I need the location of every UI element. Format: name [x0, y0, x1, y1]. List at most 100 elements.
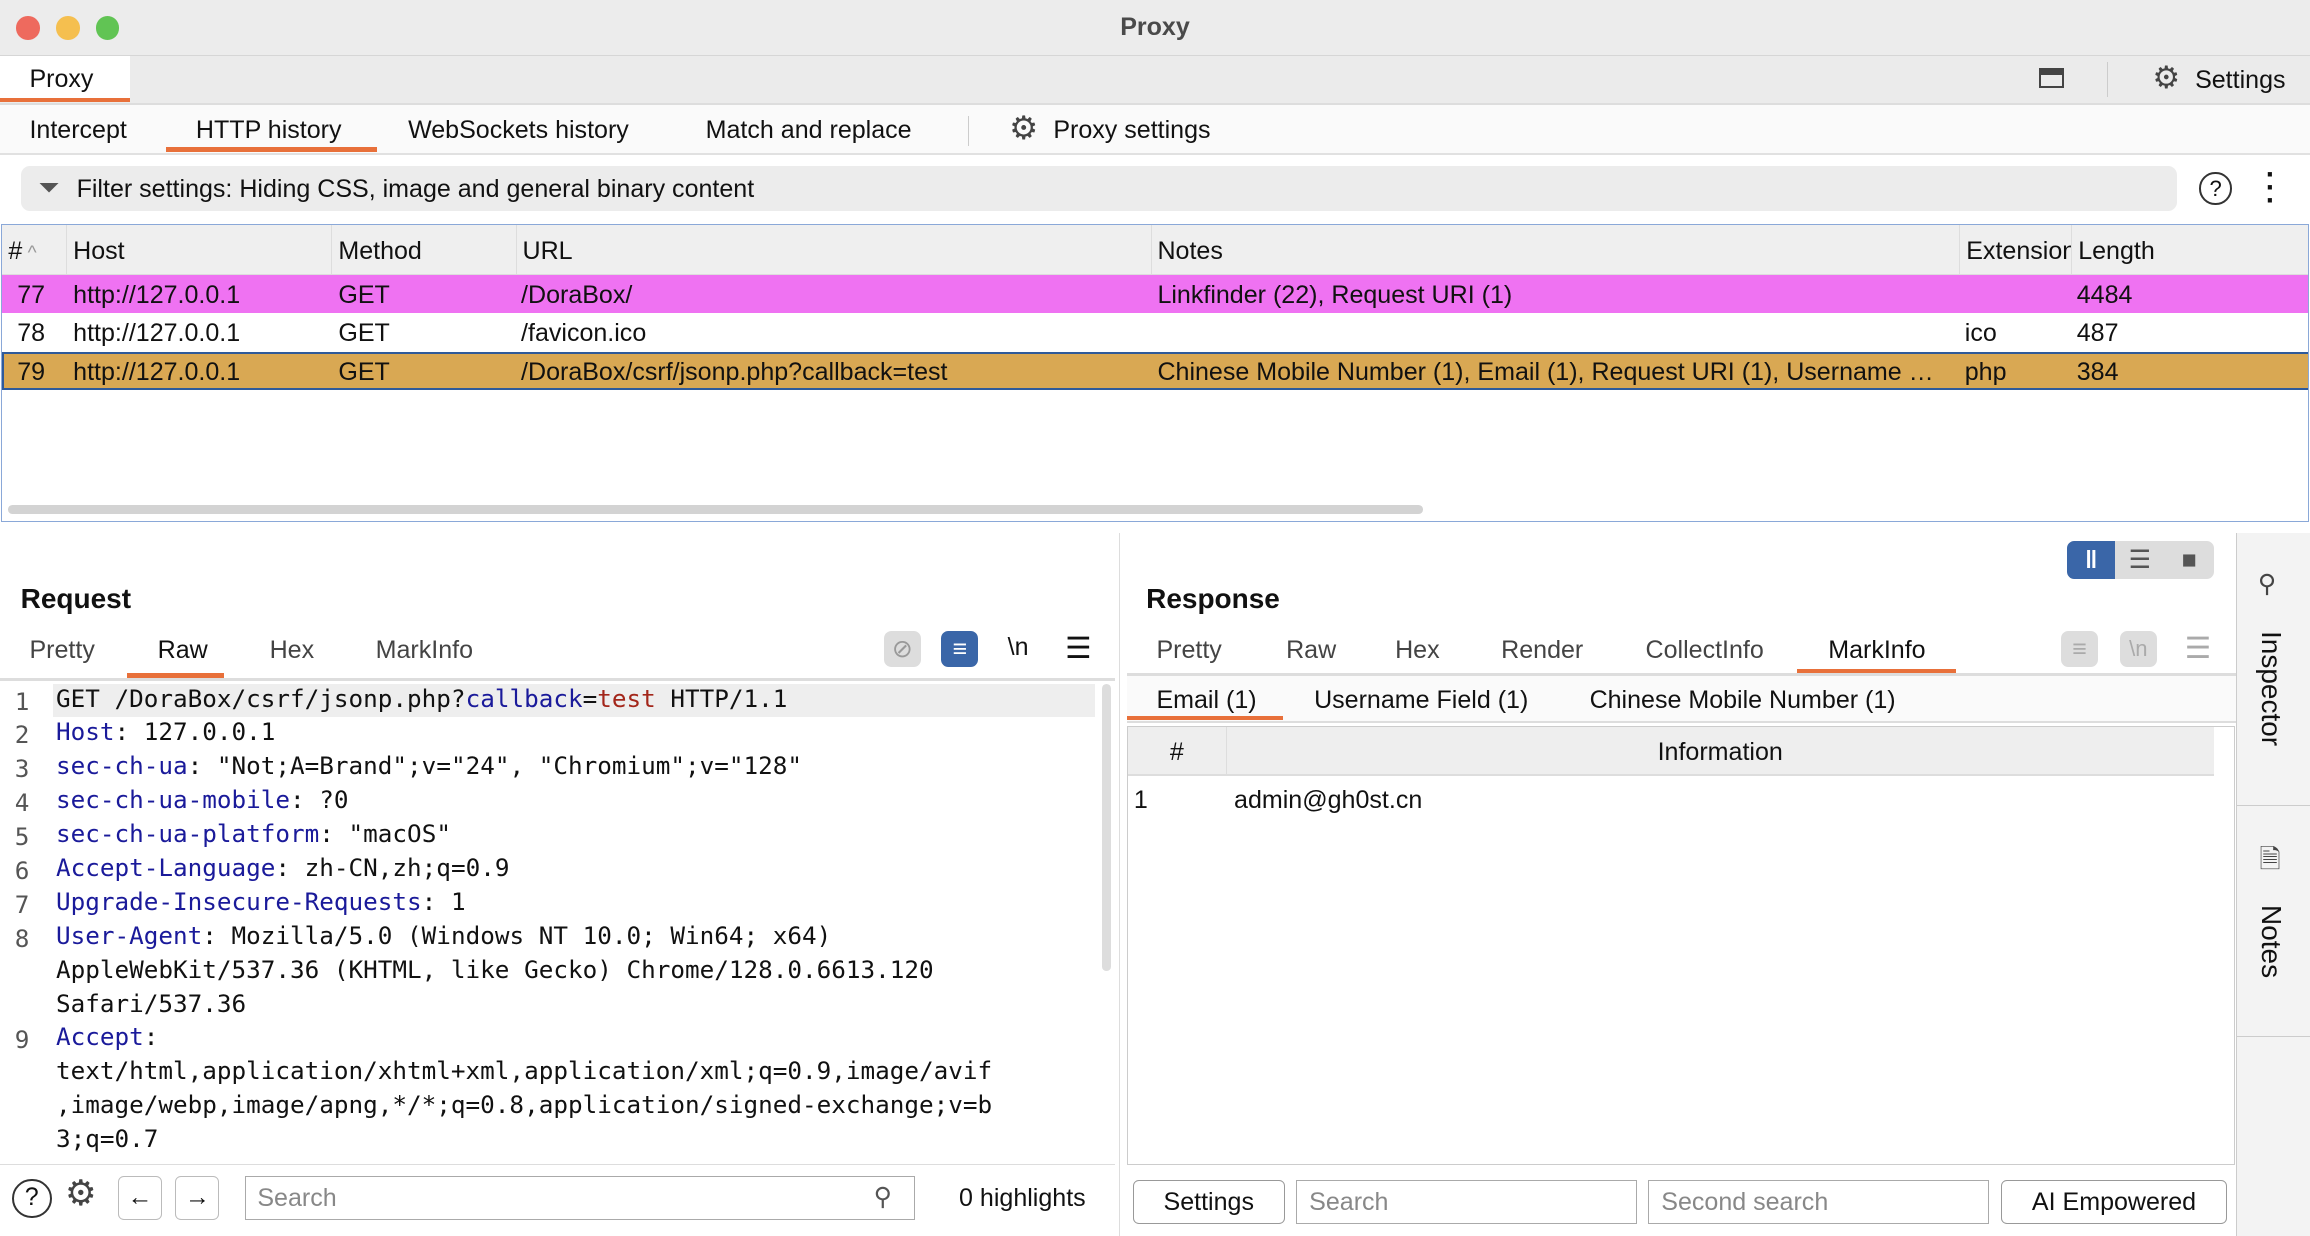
column-header-length[interactable]: Length: [2072, 224, 2308, 275]
line-number: 9: [14, 1025, 30, 1055]
request-editor[interactable]: 1 GET /DoraBox/csrf/jsonp.php?callback=t…: [0, 681, 1115, 1167]
table-row[interactable]: 77 http://127.0.0.1 GET/DoraBox/Linkfinder…: [2, 275, 2308, 314]
header-line: Accept-Language: zh-CN,zh;q=0.9: [55, 852, 510, 882]
column-header-extension[interactable]: Extension: [1960, 224, 2073, 275]
request-search-input[interactable]: Search: [244, 1175, 915, 1220]
menu-icon[interactable]: ☰: [1065, 631, 1091, 666]
burp-window: Proxy Proxy ⚙ Settings Intercept HTTP hi…: [0, 0, 2310, 1236]
markinfo-tab-username-field[interactable]: Username Field (1): [1314, 686, 1528, 715]
show-newlines-button[interactable]: \n: [1008, 633, 1029, 662]
search-icon: ⚲: [873, 1182, 892, 1211]
title-bar: Proxy: [0, 0, 2310, 56]
cell-notes: Linkfinder (22), Request URI (1): [1157, 280, 1513, 309]
request-tab-hex[interactable]: Hex: [270, 636, 315, 665]
split-vertical-icon[interactable]: ☰: [2115, 541, 2164, 579]
response-tab-collectinfo[interactable]: CollectInfo: [1646, 636, 1764, 665]
word-wrap-icon[interactable]: ≡: [2060, 630, 2098, 668]
cell-num: 78: [17, 319, 46, 348]
previous-button[interactable]: ←: [117, 1175, 163, 1220]
markinfo-tab-chinese-mobile[interactable]: Chinese Mobile Number (1): [1590, 686, 1896, 715]
hide-non-printable-icon[interactable]: ⊘: [883, 630, 921, 668]
markinfo-tabs: Email (1) Username Field (1) Chinese Mob…: [1126, 676, 2237, 724]
tab-intercept[interactable]: Intercept: [29, 116, 126, 145]
line-number: 8: [14, 923, 30, 953]
cell-ext: php: [1964, 357, 2007, 386]
column-header-number[interactable]: #: [1127, 727, 1227, 776]
header-line: AppleWebKit/537.36 (KHTML, like Gecko) C…: [55, 954, 934, 984]
filter-settings-bar[interactable]: ⏷ Filter settings: Hiding CSS, image and…: [20, 166, 2178, 211]
header-line: Safari/537.36: [55, 988, 247, 1018]
header-line: sec-ch-ua-mobile: ?0: [55, 785, 349, 815]
word-wrap-icon[interactable]: ≡: [941, 630, 979, 668]
header-line: ,image/webp,image/apng,*/*;q=0.8,applica…: [55, 1090, 993, 1120]
next-button[interactable]: →: [175, 1175, 220, 1220]
response-title: Response: [1146, 583, 1280, 615]
markinfo-row-info[interactable]: admin@gh0st.cn: [1234, 786, 1422, 815]
kebab-menu-icon[interactable]: · · ·: [2266, 160, 2276, 216]
cell-host: http://127.0.0.1: [73, 280, 241, 309]
cell-method: GET: [338, 280, 390, 309]
column-header-host[interactable]: Host: [67, 224, 333, 275]
column-header-notes[interactable]: Notes: [1151, 224, 1961, 275]
window-title: Proxy: [1120, 13, 1190, 42]
show-newlines-button[interactable]: \n: [2119, 630, 2157, 668]
response-tab-hex[interactable]: Hex: [1395, 636, 1440, 665]
table-row[interactable]: 78 http://127.0.0.1 GET/favicon.ico ico 487: [2, 313, 2308, 352]
inspector-label: Inspector: [2255, 630, 2287, 746]
header-line: 3;q=0.7: [55, 1124, 159, 1154]
tab-match-and-replace[interactable]: Match and replace: [706, 116, 912, 145]
split-horizontal-icon[interactable]: ‖: [2066, 540, 2116, 579]
help-icon[interactable]: ?: [2199, 172, 2232, 205]
panel-layout-icon[interactable]: [2038, 67, 2064, 89]
table-row[interactable]: 79 http://127.0.0.1 GET/DoraBox/csrf/jsonp…: [2, 351, 2308, 390]
tab-proxy[interactable]: Proxy: [0, 55, 130, 102]
cell-url: /favicon.ico: [521, 319, 647, 348]
line-number: 1: [14, 686, 30, 716]
settings-button[interactable]: Settings: [2195, 66, 2285, 95]
response-tab-pretty[interactable]: Pretty: [1156, 636, 1221, 665]
column-header-information[interactable]: Information: [1226, 727, 2214, 776]
column-header-url[interactable]: URL: [516, 224, 1152, 275]
cell-url: /DoraBox/csrf/jsonp.php?callback=test: [521, 357, 948, 386]
tab-websockets-history[interactable]: WebSockets history: [408, 116, 629, 145]
search-input[interactable]: Search: [1296, 1180, 1637, 1225]
cell-length: 4484: [2076, 280, 2133, 309]
cell-host: http://127.0.0.1: [73, 357, 241, 386]
cell-host: http://127.0.0.1: [73, 319, 241, 348]
proxy-settings-button[interactable]: Proxy settings: [1053, 116, 1210, 145]
help-icon[interactable]: ?: [11, 1178, 52, 1219]
markinfo-tab-email[interactable]: Email (1): [1156, 686, 1256, 715]
cell-length: 384: [2076, 357, 2119, 386]
gear-icon[interactable]: ⚙: [65, 1173, 97, 1214]
cell-method: GET: [338, 319, 390, 348]
response-tab-raw[interactable]: Raw: [1286, 636, 1336, 665]
editor-scrollbar[interactable]: [1101, 683, 1111, 971]
header-line: Accept:: [55, 1022, 159, 1052]
markinfo-table: # Information 1 admin@gh0st.cn: [1126, 726, 2235, 1166]
inspector-tab[interactable]: ⚲ Inspector: [2237, 533, 2310, 806]
settings-button[interactable]: Settings: [1132, 1180, 1285, 1225]
request-tab-pretty[interactable]: Pretty: [29, 636, 94, 665]
active-tab-indicator: [1126, 715, 1284, 721]
divider: [0, 1163, 1116, 1166]
gear-icon[interactable]: ⚙: [2152, 60, 2180, 96]
tab-http-history[interactable]: HTTP history: [196, 116, 342, 145]
line-number: 5: [14, 822, 30, 852]
response-tab-render[interactable]: Render: [1501, 636, 1583, 665]
notes-tab[interactable]: 🗎 Notes: [2237, 807, 2310, 1038]
second-search-input[interactable]: Second search: [1648, 1180, 1989, 1225]
request-tab-raw[interactable]: Raw: [158, 636, 208, 665]
gear-icon[interactable]: ⚙: [1009, 109, 1038, 147]
horizontal-scrollbar[interactable]: [8, 504, 1423, 514]
request-tab-markinfo[interactable]: MarkInfo: [376, 636, 473, 665]
response-tab-markinfo[interactable]: MarkInfo: [1828, 636, 1925, 665]
cell-url: /DoraBox/: [521, 280, 633, 309]
menu-icon[interactable]: ☰: [2185, 631, 2211, 666]
divider: [2106, 61, 2109, 98]
active-tab-indicator: [166, 147, 378, 152]
single-pane-icon[interactable]: ■: [2164, 541, 2214, 579]
ai-empowered-button[interactable]: AI Empowered: [2000, 1180, 2228, 1225]
column-header-number[interactable]: # ^: [2, 224, 68, 275]
line-number: 3: [14, 754, 30, 784]
column-header-method[interactable]: Method: [332, 224, 517, 275]
